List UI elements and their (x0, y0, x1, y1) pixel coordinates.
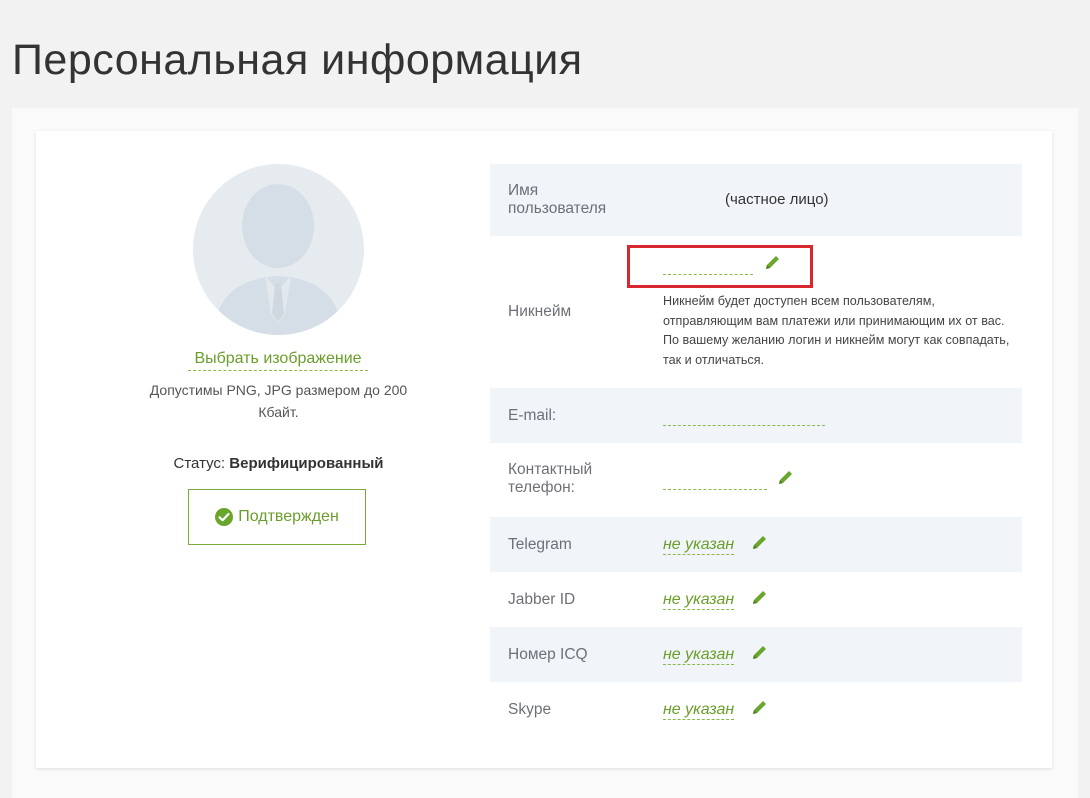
skype-label: Skype (508, 701, 552, 718)
confirmed-badge: Подтвержден (188, 489, 366, 545)
jabber-value[interactable]: не указан (663, 591, 735, 610)
status-label: Статус: (173, 455, 226, 472)
telegram-value[interactable]: не указан (663, 536, 735, 555)
username-row: Имя пользователя (частное лицо) (490, 164, 1022, 236)
pencil-icon[interactable] (751, 699, 768, 716)
username-value: (частное лицо) (725, 191, 829, 208)
phone-row: Контактный телефон: (490, 443, 1022, 517)
email-value[interactable] (663, 424, 825, 426)
icq-label: Номер ICQ (508, 646, 588, 663)
jabber-label: Jabber ID (508, 591, 576, 608)
pencil-icon[interactable] (777, 469, 794, 486)
verification-status: Статус: Верифицированный (120, 455, 437, 472)
skype-row: Skype не указан (490, 682, 1022, 737)
icq-row: Номер ICQ не указан (490, 627, 1022, 682)
email-row: E-mail: (490, 388, 1022, 443)
pencil-icon[interactable] (751, 534, 768, 551)
pencil-icon[interactable] (751, 589, 768, 606)
status-value: Верифицированный (229, 455, 384, 472)
icq-value[interactable]: не указан (663, 646, 735, 665)
email-label: E-mail: (508, 407, 557, 424)
avatar (193, 164, 364, 335)
skype-value[interactable]: не указан (663, 701, 735, 720)
avatar-placeholder-icon (193, 164, 364, 335)
nickname-highlight (627, 245, 813, 288)
telegram-row: Telegram не указан (490, 517, 1022, 572)
pencil-icon[interactable] (751, 644, 768, 661)
nickname-label: Никнейм (508, 303, 572, 320)
nickname-help: Никнейм будет доступен всем пользователя… (663, 294, 1010, 367)
check-circle-icon (215, 508, 234, 526)
confirmed-label: Подтвержден (238, 508, 339, 525)
choose-image-link[interactable]: Выбрать изображение (188, 349, 368, 371)
phone-label: Контактный телефон: (508, 461, 593, 496)
jabber-row: Jabber ID не указан (490, 572, 1022, 627)
page-title: Персональная информация (12, 36, 583, 84)
telegram-label: Telegram (508, 536, 572, 553)
phone-value[interactable] (663, 488, 767, 490)
allowed-formats-note: Допустимы PNG, JPG размером до 200 Кбайт… (149, 382, 408, 420)
username-label: Имя пользователя (508, 182, 607, 217)
